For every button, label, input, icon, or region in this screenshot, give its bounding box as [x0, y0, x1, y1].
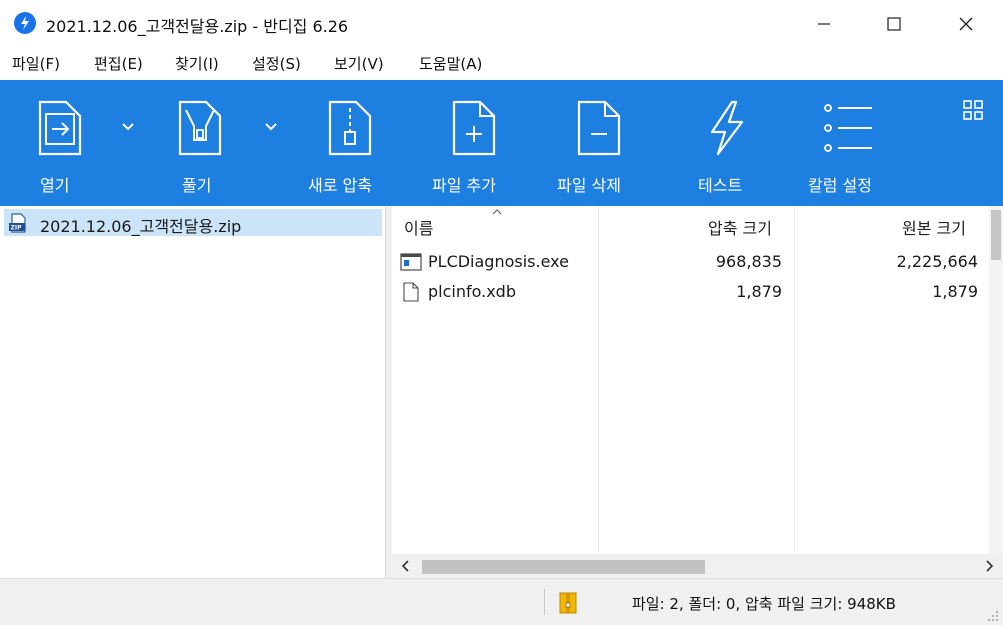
menu-bar: 파일(F) 편집(E) 찾기(I) 설정(S) 보기(V) 도움말(A) [0, 48, 1003, 80]
add-file-button[interactable]: 파일 추가 [424, 80, 524, 206]
archive-status-icon [559, 592, 577, 614]
extract-label: 풀기 [182, 176, 212, 195]
new-archive-icon [328, 100, 372, 156]
column-header-name[interactable]: 이름 [404, 215, 433, 239]
new-archive-button[interactable]: 새로 압축 [300, 80, 400, 206]
menu-edit[interactable]: 편집(E) [94, 53, 143, 74]
tree-item-archive[interactable]: ZIP 2021.12.06_고객전달용.zip [4, 209, 382, 236]
status-text: 파일: 2, 폴더: 0, 압축 파일 크기: 948KB [632, 595, 896, 613]
menu-file[interactable]: 파일(F) [12, 53, 60, 74]
minimize-button[interactable] [800, 0, 848, 48]
test-button[interactable]: 테스트 [680, 80, 770, 206]
delete-file-button[interactable]: 파일 삭제 [549, 80, 649, 206]
delete-file-label: 파일 삭제 [557, 176, 621, 195]
test-icon [710, 100, 744, 156]
file-original-size: 2,225,664 [896, 252, 978, 271]
horizontal-scrollbar[interactable] [392, 554, 1003, 578]
new-archive-label: 새로 압축 [308, 176, 372, 195]
vertical-scrollbar[interactable] [989, 206, 1003, 554]
maximize-button[interactable] [870, 0, 918, 48]
scroll-right-icon[interactable] [983, 559, 995, 573]
toolbar: 열기 풀기 새로 압축 파일 추가 파일 삭제 테스트 칼럼 설정 [0, 80, 1003, 206]
svg-text:ZIP: ZIP [11, 225, 23, 232]
extract-dropdown-chevron-icon[interactable] [264, 122, 278, 132]
file-original-size: 1,879 [932, 282, 978, 301]
window-title: 2021.12.06_고객전달용.zip - 반디집 6.26 [46, 17, 349, 36]
zip-icon: ZIP [9, 213, 26, 233]
scroll-left-icon[interactable] [400, 559, 412, 573]
column-settings-icon [824, 104, 872, 152]
file-compressed-size: 968,835 [715, 252, 782, 271]
layout-grid-icon[interactable] [962, 99, 984, 121]
add-file-icon [452, 100, 496, 156]
status-divider [544, 589, 545, 615]
horizontal-scroll-thumb[interactable] [422, 560, 705, 574]
column-settings-label: 칼럼 설정 [808, 176, 872, 195]
column-settings-button[interactable]: 칼럼 설정 [802, 80, 902, 206]
delete-file-icon [577, 100, 621, 156]
list-header: 이름 압축 크기 원본 크기 [392, 206, 1003, 246]
menu-help[interactable]: 도움말(A) [419, 53, 482, 74]
extract-button[interactable]: 풀기 [158, 80, 242, 206]
menu-settings[interactable]: 설정(S) [252, 53, 301, 74]
vertical-scroll-thumb[interactable] [991, 210, 1001, 260]
status-bar: 파일: 2, 폴더: 0, 압축 파일 크기: 948KB [0, 578, 1003, 625]
menu-find[interactable]: 찾기(I) [175, 53, 219, 74]
open-button[interactable]: 열기 [18, 80, 102, 206]
file-compressed-size: 1,879 [736, 282, 782, 301]
column-header-compressed-size[interactable]: 압축 크기 [708, 215, 772, 239]
file-row[interactable]: plcinfo.xdb 1,879 1,879 [392, 278, 992, 306]
file-name: plcinfo.xdb [428, 282, 516, 301]
sort-ascending-icon [492, 209, 502, 215]
add-file-label: 파일 추가 [432, 176, 496, 195]
close-button[interactable] [942, 0, 990, 48]
tree-item-label: 2021.12.06_고객전달용.zip [40, 217, 242, 236]
file-row[interactable]: PLCDiagnosis.exe 968,835 2,225,664 [392, 248, 992, 276]
bandizip-logo-icon [14, 12, 36, 34]
extract-icon [178, 100, 222, 156]
document-icon [403, 282, 419, 302]
file-list-pane: 이름 압축 크기 원본 크기 PLCDiagnosis.exe 968,835 … [392, 206, 1003, 578]
open-label: 열기 [40, 176, 70, 195]
resize-grip-icon[interactable] [986, 609, 1000, 623]
file-name: PLCDiagnosis.exe [428, 252, 569, 271]
open-dropdown-chevron-icon[interactable] [121, 122, 135, 132]
menu-view[interactable]: 보기(V) [334, 53, 384, 74]
open-icon [38, 100, 82, 156]
title-bar: 2021.12.06_고객전달용.zip - 반디집 6.26 [0, 0, 1003, 48]
exe-icon [400, 253, 422, 271]
archive-tree-pane: ZIP 2021.12.06_고객전달용.zip [0, 206, 386, 578]
column-header-original-size[interactable]: 원본 크기 [902, 215, 966, 239]
test-label: 테스트 [698, 176, 743, 195]
